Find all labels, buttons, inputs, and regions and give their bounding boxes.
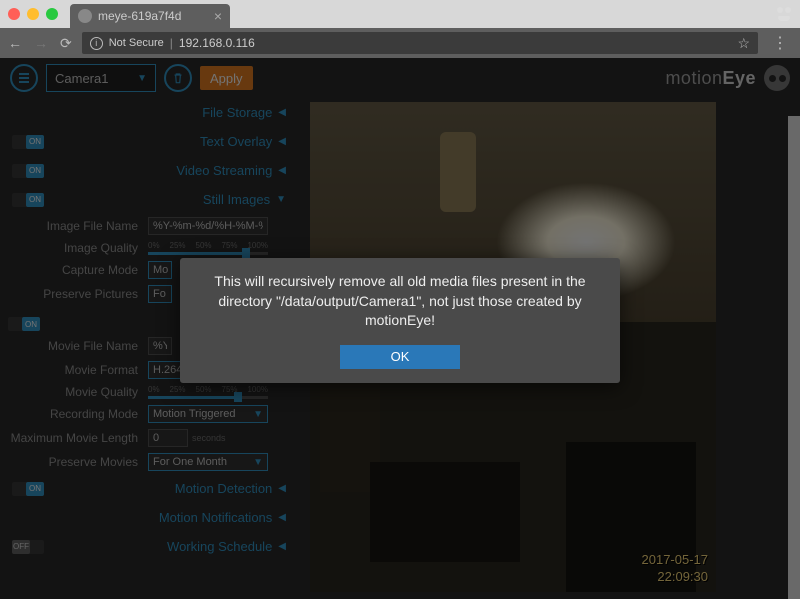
url-field[interactable]: i Not Secure | 192.168.0.116 ☆	[82, 32, 758, 54]
extension-icon[interactable]	[776, 7, 792, 21]
traffic-lights	[8, 8, 58, 20]
confirm-dialog: This will recursively remove all old med…	[180, 258, 620, 383]
tab-strip: meye-619a7f4d ×	[70, 0, 776, 28]
forward-icon: →	[34, 35, 48, 52]
minimize-window[interactable]	[27, 8, 39, 20]
browser-tab[interactable]: meye-619a7f4d ×	[70, 4, 230, 28]
bookmark-icon[interactable]: ☆	[737, 35, 750, 52]
modal-overlay: This will recursively remove all old med…	[0, 58, 800, 599]
reload-icon[interactable]: ⟳	[60, 35, 72, 52]
site-info-icon[interactable]: i	[90, 37, 103, 50]
address-bar: ← → ⟳ i Not Secure | 192.168.0.116 ☆ ⋮	[0, 28, 800, 58]
macos-titlebar: meye-619a7f4d ×	[0, 0, 800, 28]
dialog-message: This will recursively remove all old med…	[198, 272, 602, 331]
ok-button[interactable]: OK	[340, 345, 460, 369]
url-text: 192.168.0.116	[179, 36, 255, 50]
back-icon[interactable]: ←	[8, 35, 22, 52]
close-window[interactable]	[8, 8, 20, 20]
close-tab-icon[interactable]: ×	[214, 9, 222, 23]
favicon	[78, 9, 92, 23]
tab-title: meye-619a7f4d	[98, 9, 181, 23]
browser-menu-icon[interactable]: ⋮	[768, 33, 792, 53]
not-secure-label: Not Secure	[109, 37, 164, 49]
maximize-window[interactable]	[46, 8, 58, 20]
